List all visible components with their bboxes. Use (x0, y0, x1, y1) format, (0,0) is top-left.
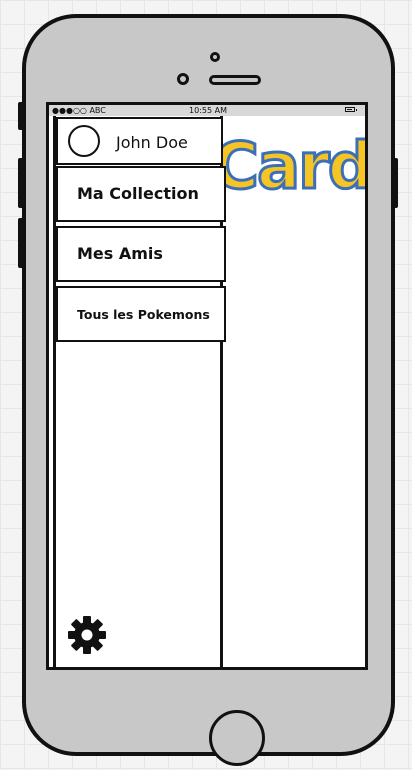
volume-down-button (18, 218, 24, 268)
power-button (392, 158, 398, 208)
menu-item-mes-amis[interactable]: Mes Amis (56, 226, 226, 282)
front-camera (210, 52, 220, 62)
earpiece-speaker (209, 75, 261, 85)
gear-icon[interactable] (66, 614, 108, 656)
status-bar: ●●●○○ ABC 10:55 AM (49, 105, 365, 116)
volume-up-button (18, 158, 24, 208)
app-logo: Card (211, 130, 368, 204)
menu-item-tous-les-pokemons[interactable]: Tous les Pokemons (56, 286, 226, 342)
phone-screen: ●●●○○ ABC 10:55 AM Card John Doe Ma Coll… (46, 102, 368, 670)
carrier-signal: ●●●○○ ABC (52, 106, 106, 115)
avatar-circle-icon (68, 125, 100, 157)
mute-switch (18, 102, 24, 130)
menu-item-label: Tous les Pokemons (77, 307, 210, 322)
battery-icon (345, 107, 357, 112)
status-time: 10:55 AM (189, 106, 227, 115)
profile-name: John Doe (116, 133, 188, 152)
profile-header[interactable]: John Doe (56, 117, 223, 165)
menu-item-label: Ma Collection (77, 184, 199, 203)
home-button[interactable] (209, 710, 265, 766)
proximity-sensor (177, 73, 189, 85)
menu-item-label: Mes Amis (77, 244, 163, 263)
menu-item-ma-collection[interactable]: Ma Collection (56, 166, 226, 222)
navigation-drawer: John Doe Ma Collection Mes Amis Tous les… (53, 116, 226, 667)
